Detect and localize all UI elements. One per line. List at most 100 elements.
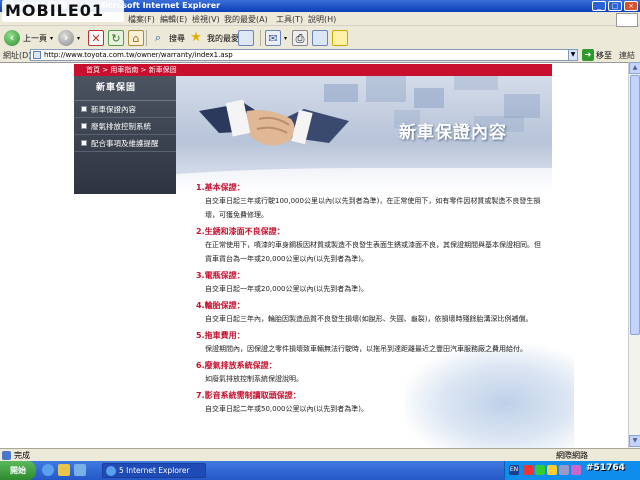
scroll-thumb[interactable] [630, 75, 640, 335]
sidebar-item-emission-control[interactable]: 廢氣排放控制系統 [74, 118, 176, 135]
menu-edit[interactable]: 編輯(E) [160, 14, 187, 25]
stop-icon: ✕ [88, 30, 104, 46]
tray-app-icon[interactable] [571, 465, 581, 475]
go-label: 移至 [596, 50, 612, 60]
sidebar-item-label: 配合事項及維護提醒 [91, 138, 159, 148]
section-body: 在正常使用下，噴漆的車身鋼板因材質或製造不良發生表面生銹或漆面不良，其保證期間與… [205, 241, 541, 263]
windows-logo-icon [616, 13, 638, 27]
forward-button[interactable]: › ▾ [58, 29, 80, 47]
menu-view[interactable]: 檢視(V) [192, 14, 220, 25]
ie-icon [106, 466, 116, 476]
start-button[interactable]: 開始 [0, 461, 36, 480]
volume-icon[interactable] [547, 465, 557, 475]
sidebar: 新車保固 新車保證內容 廢氣排放控制系統 配合事項及維護提醒 [74, 76, 176, 194]
home-icon: ⌂ [128, 30, 144, 46]
web-viewport: 首頁 > 用車指南 > 新車保固 新車保證內容 新車保固 新車保證內容 廢氣排放… [0, 62, 628, 448]
bullet-icon [81, 106, 87, 112]
page-done-icon [2, 451, 11, 460]
sidebar-item-maintenance[interactable]: 配合事項及維護提醒 [74, 135, 176, 152]
chevron-down-icon: ▾ [284, 34, 288, 42]
media-button[interactable] [238, 29, 254, 47]
links-button[interactable]: 連結 [619, 50, 635, 61]
vertical-scrollbar[interactable]: ▲ ▼ [628, 62, 640, 448]
menu-tools[interactable]: 工具(T) [276, 14, 303, 25]
page-title: 新車保證內容 [399, 123, 507, 143]
security-zone: 網際網路 [556, 451, 588, 460]
mail-button[interactable]: ✉ ▾ [265, 29, 287, 47]
handshake-image [199, 99, 349, 146]
network-icon[interactable] [535, 465, 545, 475]
forward-arrow-icon: › [58, 30, 74, 46]
sidebar-item-label: 新車保證內容 [91, 104, 136, 114]
url-text: http://www.toyota.com.tw/owner/warranty/… [44, 51, 233, 59]
desktop-quicklaunch-icon[interactable] [74, 464, 86, 476]
url-field[interactable]: http://www.toyota.com.tw/owner/warranty/… [30, 49, 578, 61]
section-body: 自交車日起三年內，輪胎因製造品質不良發生損壞(如脫形、失圓、龜裂)，依損壞時殘餘… [205, 315, 533, 323]
warranty-content: 1.基本保證： 自交車日起三年或行駛100,000公里以內(以先到者為準)，在正… [196, 182, 546, 420]
section-title: 6.廢氣排放系統保證： [196, 361, 277, 370]
section-title: 4.輪胎保證： [196, 301, 245, 310]
folder-quicklaunch-icon[interactable] [58, 464, 70, 476]
section-title: 5.拖車費用： [196, 331, 245, 340]
minimize-button[interactable]: _ [592, 1, 606, 11]
notes-button[interactable] [332, 29, 348, 47]
print-icon: ⎙ [292, 30, 308, 46]
language-icon[interactable]: EN [509, 465, 519, 475]
sidebar-item-label: 廢氣排放控制系統 [91, 121, 151, 131]
bullet-icon [81, 140, 87, 146]
stop-button[interactable]: ✕ [88, 29, 104, 47]
task-label: 5 Internet Explorer [119, 466, 190, 475]
media-icon [238, 30, 254, 46]
watermark: #51764 [586, 463, 625, 473]
scroll-up-arrow[interactable]: ▲ [629, 62, 640, 74]
window-controls: _ □ × [592, 1, 638, 11]
breadcrumb[interactable]: 首頁 > 用車指南 > 新車保固 [74, 64, 552, 76]
home-button[interactable]: ⌂ [128, 29, 144, 47]
toolbar-divider [260, 30, 261, 46]
tray-app-icon[interactable] [559, 465, 569, 475]
section-title: 1.基本保證： [196, 183, 245, 192]
search-label: 搜尋 [169, 33, 185, 43]
close-button[interactable]: × [624, 1, 638, 11]
scroll-down-arrow[interactable]: ▼ [629, 435, 640, 447]
toolbar-divider [146, 30, 147, 46]
toyota-page: 首頁 > 用車指南 > 新車保固 新車保證內容 新車保固 新車保證內容 廢氣排放… [74, 64, 574, 448]
section-title: 2.生銹和漆面不良保證： [196, 227, 285, 236]
print-button[interactable]: ⎙ [292, 29, 308, 47]
menu-favorites[interactable]: 我的最愛(A) [224, 14, 268, 25]
edit-button[interactable] [312, 29, 328, 47]
address-dropdown-button[interactable]: ▼ [568, 49, 578, 61]
section-title: 7.影音系統需制讀取頭保證： [196, 391, 301, 400]
menu-help[interactable]: 說明(H) [308, 14, 336, 25]
status-text: 完成 [14, 451, 30, 460]
go-button[interactable]: ➜ 移至 [582, 49, 612, 61]
back-button[interactable]: ‹ 上一頁 ▾ [4, 29, 53, 47]
section-body: 如廢氣排放控制系統保證說明。 [205, 375, 303, 383]
address-bar: 網址(D) http://www.toyota.com.tw/owner/war… [0, 48, 640, 62]
taskbar: 開始 5 Internet Explorer EN [0, 461, 640, 480]
go-arrow-icon: ➜ [582, 49, 594, 61]
search-icon: ⌕ [154, 31, 162, 44]
back-label: 上一頁 [23, 33, 47, 43]
refresh-icon: ↻ [108, 30, 124, 46]
ie-quicklaunch-icon[interactable] [42, 464, 54, 476]
section-body: 自交車日起一年或20,000公里以內(以先到者為準)。 [205, 285, 368, 293]
menu-file[interactable]: 檔案(F) [128, 14, 155, 25]
task-ie-group[interactable]: 5 Internet Explorer [102, 463, 206, 478]
section-body: 保證期間內，因保證之零件損壞致車輛無法行駛時，以拖吊到達距離最近之豐田汽車服務廠… [205, 345, 527, 353]
sidebar-heading: 新車保固 [74, 76, 176, 101]
search-button[interactable]: ⌕ 搜尋 [150, 29, 185, 47]
chevron-down-icon: ▾ [77, 34, 81, 42]
star-icon: ★ [190, 30, 202, 45]
mobile01-logo: MOBILE01 [2, 0, 124, 22]
address-label: 網址(D) [3, 51, 32, 60]
maximize-button[interactable]: □ [608, 1, 622, 11]
antivirus-icon[interactable] [523, 465, 533, 475]
favorites-button[interactable]: ★ 我的最愛 [188, 29, 239, 47]
status-bar: 完成 網際網路 [0, 448, 640, 461]
section-body: 自交車日起二年或50,000公里以內(以先到者為準)。 [205, 405, 368, 413]
sidebar-item-warranty-content[interactable]: 新車保證內容 [74, 101, 176, 118]
notes-icon [332, 30, 348, 46]
refresh-button[interactable]: ↻ [108, 29, 124, 47]
page-icon [33, 51, 41, 59]
